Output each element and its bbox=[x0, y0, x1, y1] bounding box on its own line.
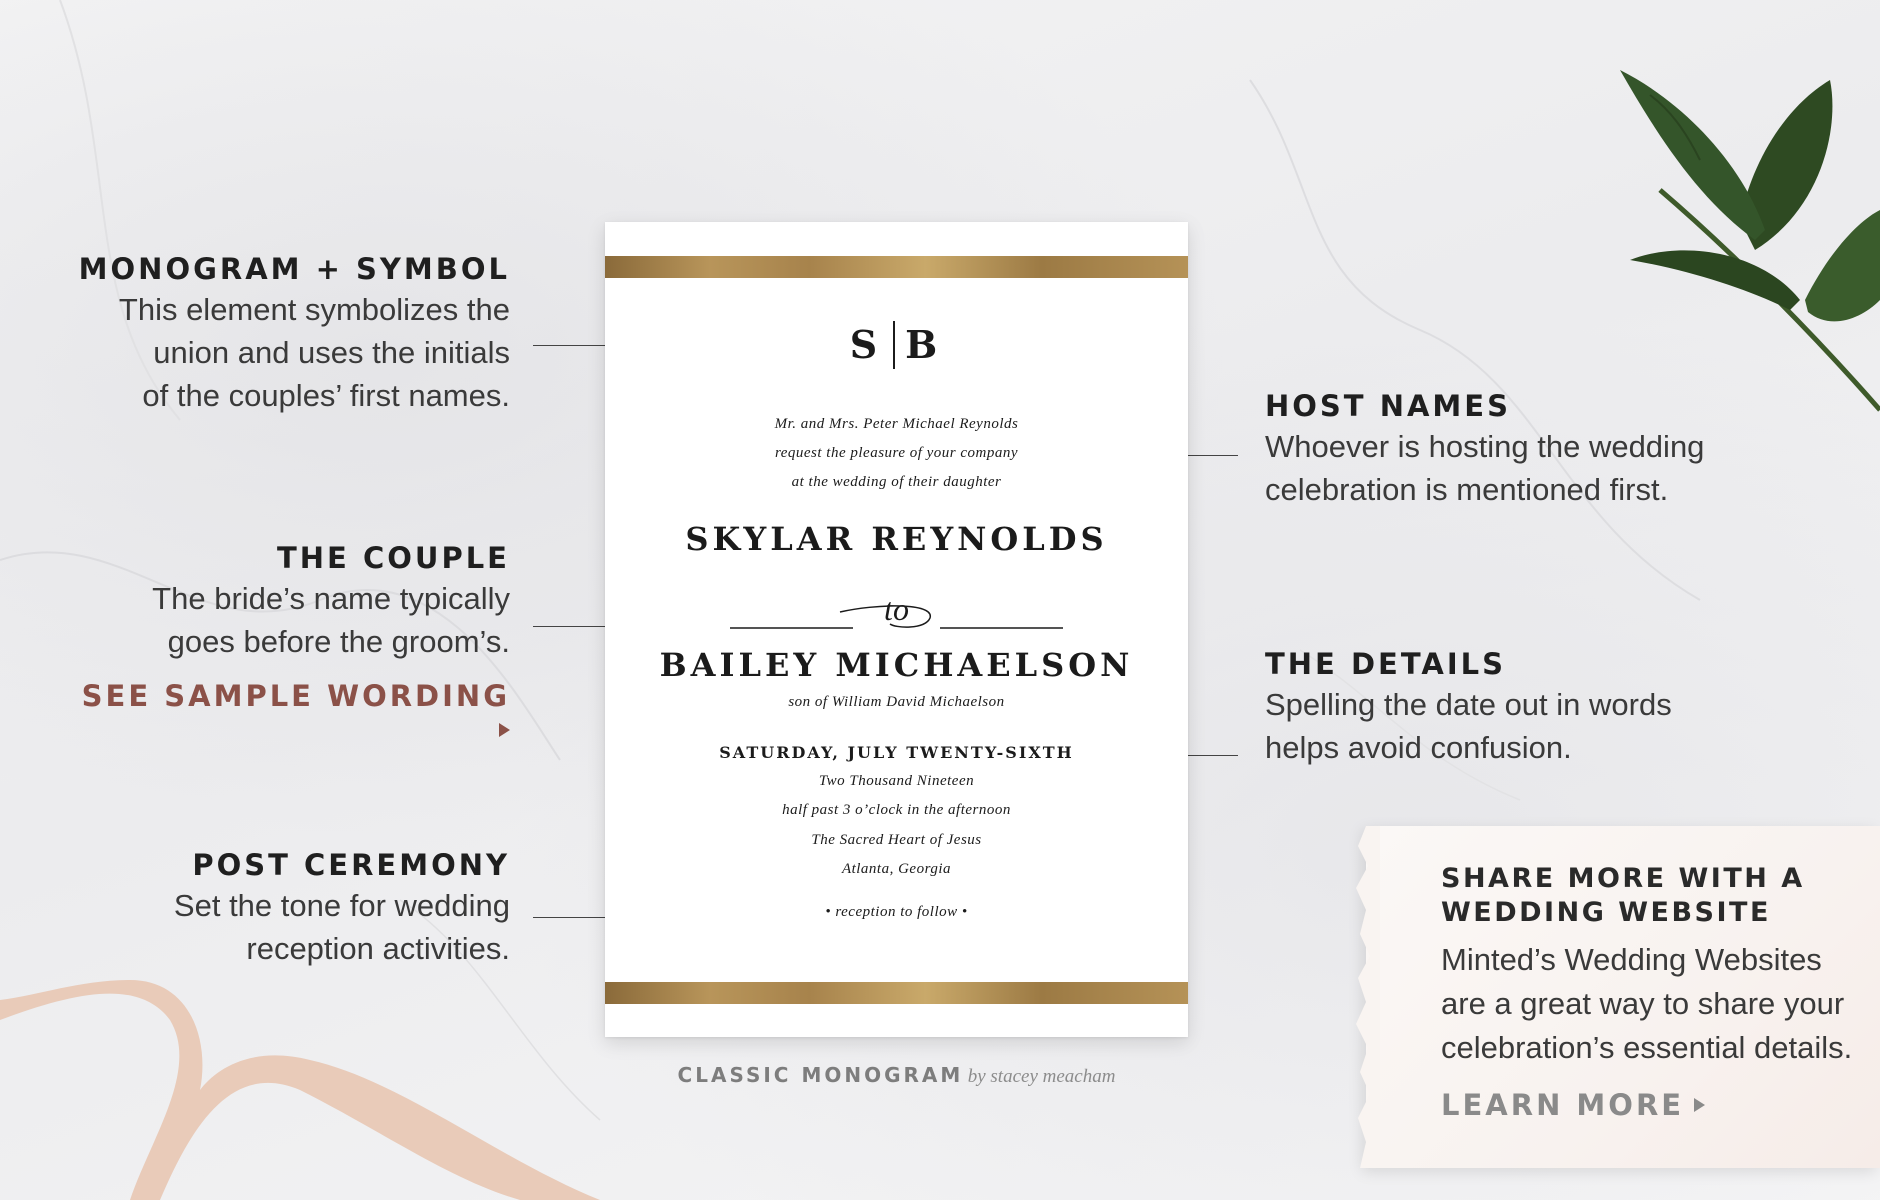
detail-line: Two Thousand Nineteen bbox=[818, 773, 975, 789]
post-ceremony-annotation: POST CEREMONY Set the tone for wedding r… bbox=[70, 846, 510, 970]
details-annotation: THE DETAILS Spelling the date out in wor… bbox=[1265, 645, 1785, 769]
monogram-line: This element symbolizes the bbox=[118, 292, 510, 327]
bride-name: SKYLAR REYNOLDS bbox=[685, 520, 1108, 558]
monogram-heading: MONOGRAM + SYMBOL bbox=[78, 252, 510, 286]
monogram-initial-left: S bbox=[849, 322, 884, 367]
promo-line: are a great way to share your bbox=[1441, 986, 1845, 1021]
design-name: CLASSIC MONOGRAM bbox=[677, 1063, 964, 1087]
host-names-line: celebration is mentioned first. bbox=[1265, 472, 1669, 507]
learn-more-label: LEARN MORE bbox=[1441, 1088, 1685, 1122]
couple-annotation: THE COUPLE The bride’s name typically go… bbox=[70, 539, 510, 747]
host-names-annotation: HOST NAMES Whoever is hosting the weddin… bbox=[1265, 387, 1785, 511]
gold-foil-stripe-top bbox=[605, 256, 1188, 278]
post-ceremony-heading: POST CEREMONY bbox=[192, 848, 510, 882]
gold-foil-stripe-bottom bbox=[605, 982, 1188, 1004]
host-line: Mr. and Mrs. Peter Michael Reynolds bbox=[774, 416, 1019, 432]
promo-heading-line: WEDDING WEBSITE bbox=[1441, 897, 1771, 928]
post-ceremony-line: Set the tone for wedding bbox=[173, 888, 510, 923]
reception-line: • reception to follow • bbox=[825, 904, 968, 920]
monogram-divider bbox=[893, 320, 896, 369]
ribbon-icon bbox=[0, 980, 600, 1200]
wedding-website-promo: SHARE MORE WITH A WEDDING WEBSITE Minted’… bbox=[1356, 826, 1880, 1168]
learn-more-link[interactable]: LEARN MORE bbox=[1441, 1088, 1706, 1122]
details-line: Spelling the date out in words bbox=[1265, 687, 1672, 722]
couple-line: The bride’s name typically bbox=[152, 581, 510, 616]
groom-parent-line: son of William David Michaelson bbox=[788, 694, 1005, 710]
promo-heading: SHARE MORE WITH A WEDDING WEBSITE bbox=[1441, 862, 1861, 930]
details-line: helps avoid confusion. bbox=[1265, 730, 1572, 765]
invitation-card: SB Mr. and Mrs. Peter Michael Reynolds r… bbox=[605, 222, 1188, 1037]
monogram-initial-right: B bbox=[905, 322, 944, 367]
detail-line: The Sacred Heart of Jesus bbox=[811, 832, 982, 848]
event-date: SATURDAY, JULY TWENTY-SIXTH bbox=[719, 743, 1074, 762]
details-heading: THE DETAILS bbox=[1265, 647, 1506, 681]
torn-paper-edge bbox=[1356, 826, 1380, 1168]
promo-heading-line: SHARE MORE WITH A bbox=[1441, 863, 1805, 894]
host-names-heading: HOST NAMES bbox=[1265, 389, 1511, 423]
host-line: at the wedding of their daughter bbox=[791, 474, 1002, 490]
post-ceremony-line: reception activities. bbox=[246, 931, 510, 966]
see-sample-wording-label: SEE SAMPLE WORDING bbox=[81, 679, 510, 713]
groom-name: BAILEY MICHAELSON bbox=[659, 646, 1134, 684]
design-credit: CLASSIC MONOGRAM by stacey meacham bbox=[605, 1063, 1188, 1088]
leaf-sprig-icon bbox=[1620, 70, 1880, 412]
host-line: request the pleasure of your company bbox=[774, 445, 1019, 461]
see-sample-wording-link[interactable]: SEE SAMPLE WORDING bbox=[70, 679, 510, 747]
triangle-right-icon bbox=[499, 723, 510, 737]
designer-byline: by stacey meacham bbox=[967, 1066, 1116, 1087]
triangle-right-icon bbox=[1694, 1098, 1706, 1112]
promo-line: celebration’s essential details. bbox=[1441, 1030, 1853, 1065]
detail-line: half past 3 o’clock in the afternoon bbox=[782, 802, 1011, 818]
connector-word: to bbox=[884, 591, 909, 627]
promo-line: Minted’s Wedding Websites bbox=[1441, 942, 1822, 977]
monogram: SB bbox=[605, 320, 1188, 373]
couple-line: goes before the groom’s. bbox=[167, 624, 510, 659]
couple-heading: THE COUPLE bbox=[277, 541, 510, 575]
promo-body: Minted’s Wedding Websites are a great way… bbox=[1441, 938, 1871, 1070]
monogram-line: of the couples’ first names. bbox=[142, 378, 510, 413]
monogram-annotation: MONOGRAM + SYMBOL This element symbolize… bbox=[70, 250, 510, 417]
monogram-line: union and uses the initials bbox=[153, 335, 510, 370]
host-names-line: Whoever is hosting the wedding bbox=[1265, 429, 1705, 464]
detail-line: Atlanta, Georgia bbox=[841, 861, 952, 877]
